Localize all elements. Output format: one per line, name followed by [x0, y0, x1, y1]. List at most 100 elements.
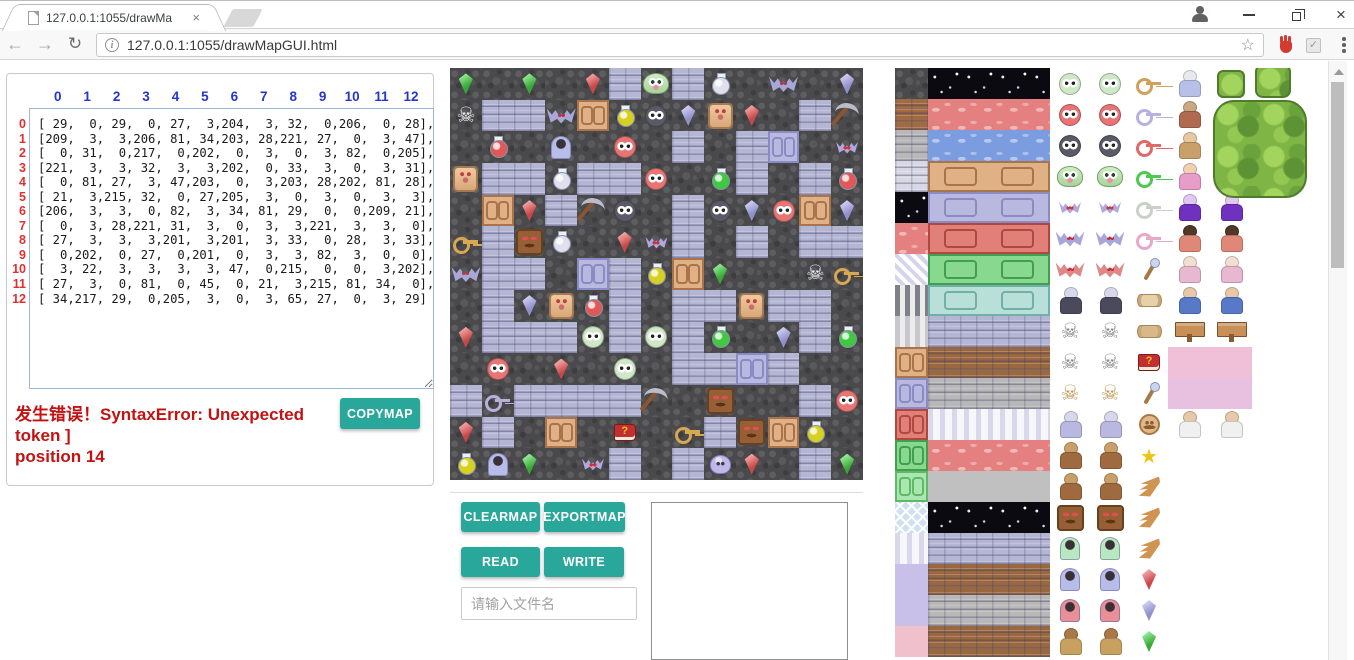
tileset-cell-stars[interactable]: [895, 192, 928, 223]
tileset-cell-chibi[interactable]: [1050, 626, 1090, 657]
tileset-cell-ghost[interactable]: [1090, 564, 1130, 595]
tileset-cell-hatch[interactable]: [895, 254, 928, 285]
tileset-cell-ball[interactable]: [1050, 68, 1090, 99]
tileset-cell-chibi[interactable]: [1050, 409, 1090, 440]
map-tile-blue-gem[interactable]: [736, 195, 768, 227]
map-tile-dark-floor[interactable]: [768, 258, 800, 290]
map-tile-purple-blob[interactable]: [704, 448, 736, 480]
map-tile-dark-floor[interactable]: [799, 68, 831, 100]
map-tile-dark-floor[interactable]: [704, 131, 736, 163]
map-tile-brick-wall[interactable]: [577, 385, 609, 417]
map-tile-brick-wall[interactable]: [609, 322, 641, 354]
map-tile-red-gem[interactable]: [609, 226, 641, 258]
map-matrix-textarea[interactable]: [ 29, 0, 29, 0, 27, 3,204, 3, 32, 0,206,…: [29, 108, 434, 389]
map-tile-dark-floor[interactable]: [545, 68, 577, 100]
tileset-cell-brick[interactable]: [928, 595, 1050, 626]
tileset-cell-gem[interactable]: [1130, 626, 1168, 657]
map-tile-red-gem[interactable]: [736, 100, 768, 132]
tileset-cell-brick[interactable]: [895, 130, 928, 161]
bush-sprite[interactable]: [1213, 100, 1307, 198]
forward-button[interactable]: →: [30, 34, 60, 55]
tileset-cell-ghost[interactable]: [1050, 595, 1090, 626]
tileset-cell-brick[interactable]: [928, 378, 1050, 409]
tileset-cell-batbig[interactable]: [1050, 223, 1090, 254]
map-tile-blue-gem[interactable]: [514, 290, 546, 322]
map-tile-dark-floor[interactable]: [736, 68, 768, 100]
map-tile-blue-gem[interactable]: [831, 68, 863, 100]
map-tile-dark-floor[interactable]: [831, 353, 863, 385]
map-canvas[interactable]: ☠☠: [450, 68, 863, 480]
map-tile-brick-wall[interactable]: [672, 448, 704, 480]
map-tile-brick-wall[interactable]: [482, 322, 514, 354]
map-tile-dark-floor[interactable]: [577, 131, 609, 163]
tileset-cell-ball[interactable]: [1090, 99, 1130, 130]
bookmark-star-icon[interactable]: ☆: [1241, 35, 1255, 55]
map-tile-brick-wall[interactable]: [514, 385, 546, 417]
map-tile-small-bat[interactable]: [641, 226, 673, 258]
map-tile-dark-floor[interactable]: [450, 290, 482, 322]
tileset-cell-key[interactable]: [1130, 99, 1168, 130]
map-tile-brick-wall[interactable]: [799, 226, 831, 258]
tileset-cell-swatch[interactable]: [1210, 347, 1252, 378]
tileset-cell-ghost[interactable]: [1050, 533, 1090, 564]
map-tile-brick-wall[interactable]: [482, 226, 514, 258]
map-tile-brick-wall[interactable]: [609, 448, 641, 480]
map-tile-wooden-door[interactable]: [768, 417, 800, 449]
exportmap-button[interactable]: EXPORTMAP: [544, 502, 625, 532]
browser-tab[interactable]: 127.0.0.1:1055/drawMa ×: [18, 4, 210, 30]
tileset-cell-chibi[interactable]: [1168, 223, 1210, 254]
map-tile-dark-floor[interactable]: [831, 290, 863, 322]
map-tile-pickaxe[interactable]: [641, 385, 673, 417]
map-tile-gold-key[interactable]: [831, 258, 863, 290]
map-tile-yellow-flask[interactable]: [641, 258, 673, 290]
map-tile-brick-wall[interactable]: [672, 131, 704, 163]
tileset-cell-stars[interactable]: [928, 502, 1050, 533]
map-tile-brick-wall[interactable]: [799, 163, 831, 195]
map-tile-dark-floor[interactable]: [799, 353, 831, 385]
tileset-cell-chibi[interactable]: [1210, 285, 1252, 316]
page-scrollbar[interactable]: [1328, 61, 1347, 660]
map-tile-gold-key[interactable]: [672, 417, 704, 449]
tileset-cell-water[interactable]: [928, 99, 1050, 130]
restore-button[interactable]: [1283, 1, 1309, 29]
map-tile-brick-wall[interactable]: [672, 68, 704, 100]
map-tile-green-gem[interactable]: [704, 258, 736, 290]
map-tile-brick-wall[interactable]: [672, 322, 704, 354]
map-tile-brick-wall[interactable]: [514, 100, 546, 132]
map-tile-dark-floor[interactable]: [672, 385, 704, 417]
tileset-cell-doorpat[interactable]: [895, 378, 928, 409]
map-tile-silver-key[interactable]: [482, 385, 514, 417]
clearmap-button[interactable]: CLEARMAP: [461, 502, 540, 532]
map-tile-golem[interactable]: [545, 290, 577, 322]
map-tile-brick-wall[interactable]: [514, 322, 546, 354]
tileset-cell-chibi[interactable]: [1168, 161, 1210, 192]
tileset-cell-steps[interactable]: [895, 285, 928, 316]
tileset-cell-ball[interactable]: [1050, 99, 1090, 130]
tileset-cell-chibi[interactable]: [1050, 440, 1090, 471]
map-tile-blue-door[interactable]: [736, 353, 768, 385]
tileset-cell-skel[interactable]: ☠: [1050, 316, 1090, 347]
map-tile-brick-wall[interactable]: [768, 290, 800, 322]
scrollbar-thumb[interactable]: [1331, 82, 1344, 268]
map-tile-brick-wall[interactable]: [609, 68, 641, 100]
tileset-cell-key[interactable]: [1130, 223, 1168, 254]
map-tile-wooden-door[interactable]: [672, 258, 704, 290]
map-tile-brick-wall[interactable]: [768, 353, 800, 385]
tileset-cell-chibi[interactable]: [1168, 99, 1210, 130]
read-button[interactable]: READ: [461, 547, 540, 577]
tileset-cell-sign[interactable]: [1210, 316, 1252, 347]
map-tile-brick-wall[interactable]: [545, 322, 577, 354]
map-tile-clear-flask[interactable]: [545, 163, 577, 195]
tileset-cell-skel[interactable]: ☠: [1050, 378, 1090, 409]
tileset-cell-swatch[interactable]: [1168, 347, 1210, 378]
map-tile-brick-wall[interactable]: [672, 226, 704, 258]
tileset-cell-chibi[interactable]: [1090, 285, 1130, 316]
map-tile-red-ball-monster[interactable]: [641, 163, 673, 195]
filename-input[interactable]: [461, 587, 637, 620]
tileset-panel[interactable]: ☠☠☠☠☠☠★: [895, 68, 1315, 660]
map-tile-brick-wall[interactable]: [545, 385, 577, 417]
tileset-cell-batbig[interactable]: [1090, 254, 1130, 285]
map-tile-brick-wall[interactable]: [609, 385, 641, 417]
map-tile-totem-face[interactable]: [514, 226, 546, 258]
map-tile-red-flask[interactable]: [577, 290, 609, 322]
